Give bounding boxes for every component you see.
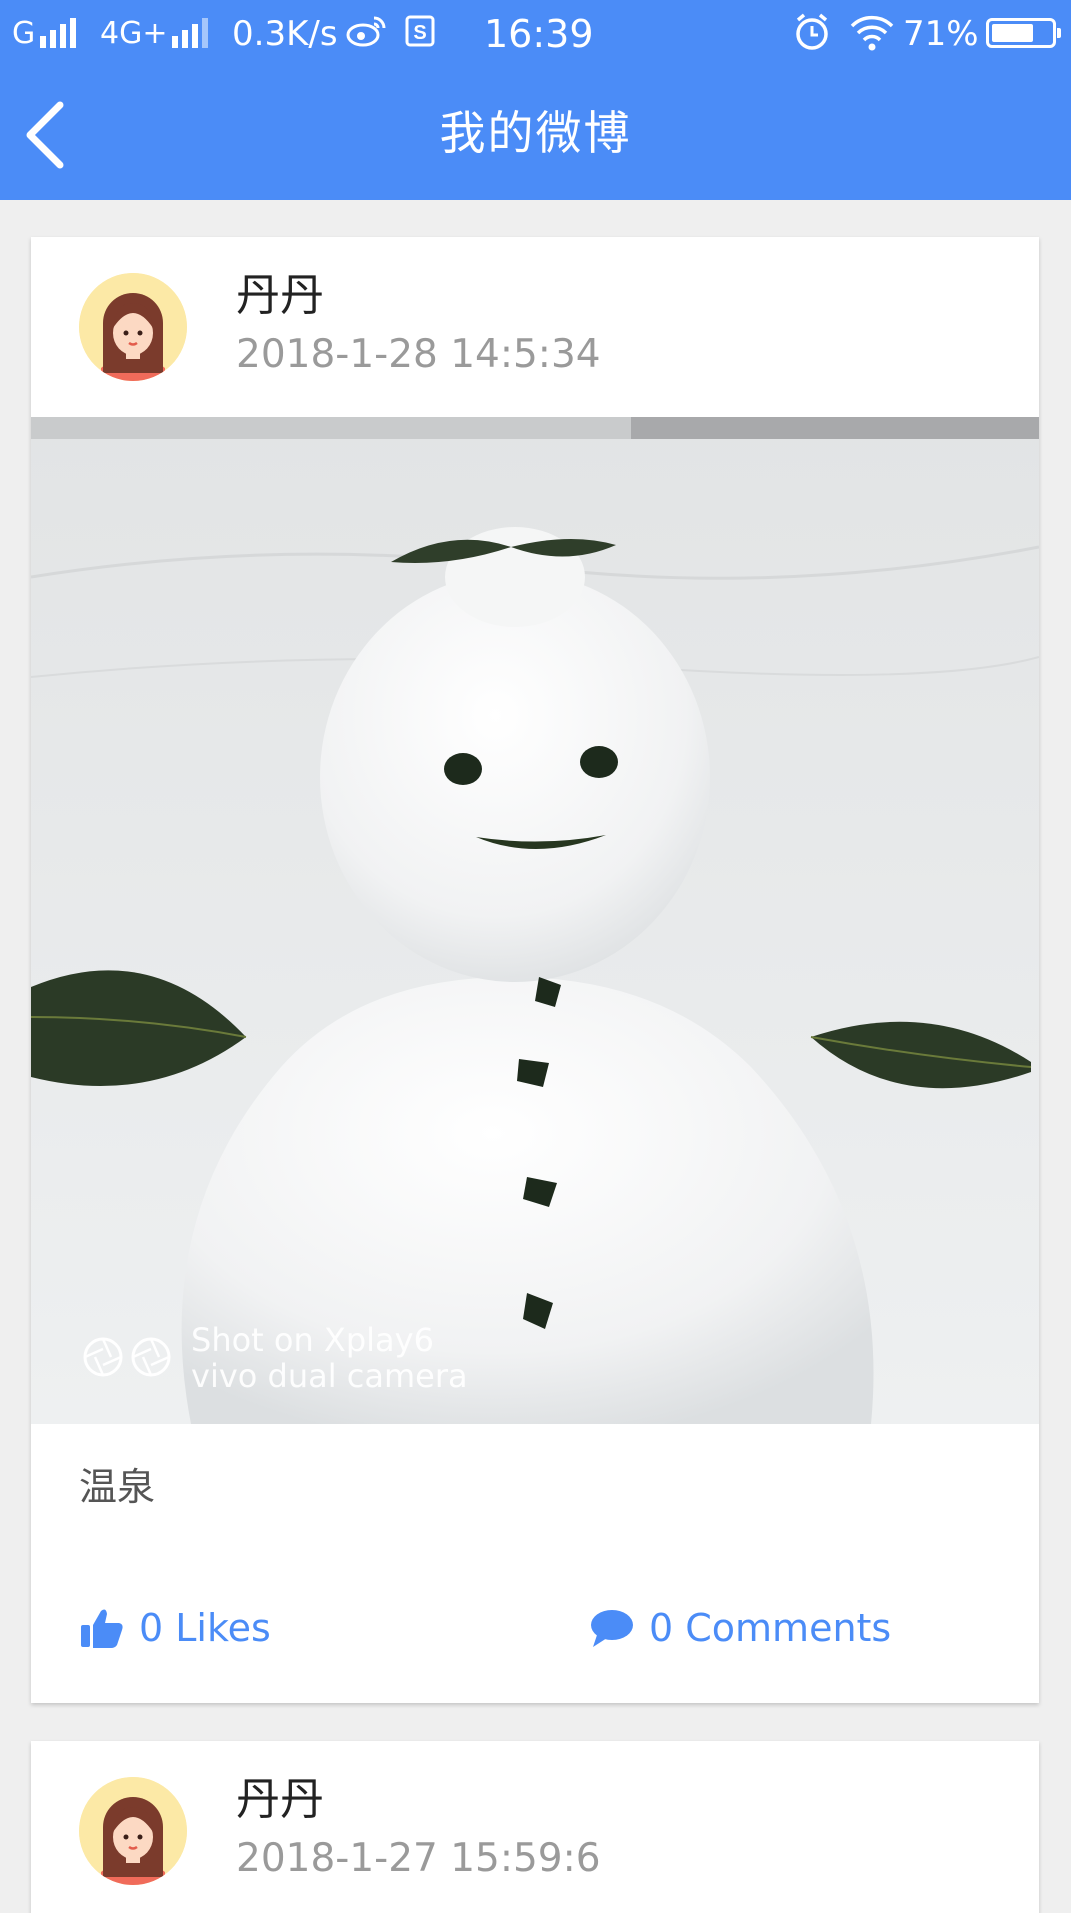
header: G 4G+ 0.3K/s S 16:39 71% 我的微博 xyxy=(0,0,1071,200)
avatar[interactable] xyxy=(79,273,187,381)
alarm-icon xyxy=(796,13,828,50)
signal-icon xyxy=(40,16,82,48)
photo-watermark: Shot on Xplay6 vivo dual camera xyxy=(191,1322,468,1394)
girl-avatar-icon xyxy=(79,273,187,381)
battery-percent: 71% xyxy=(903,14,979,54)
s-app-icon: S xyxy=(405,15,435,47)
post-time: 2018-1-28 14:5:34 xyxy=(236,332,601,377)
page-title: 我的微博 xyxy=(439,106,632,160)
wifi-icon xyxy=(850,15,894,51)
app-bar: 我的微博 xyxy=(0,70,1071,200)
network-type-left: G xyxy=(12,16,36,51)
post-photo[interactable]: Shot on Xplay6 vivo dual camera xyxy=(31,417,1039,1424)
watermark-line-1: Shot on Xplay6 xyxy=(191,1321,434,1359)
snowman-photo xyxy=(31,417,1039,1424)
network-speed: 0.3K/s xyxy=(232,14,338,54)
avatar[interactable] xyxy=(79,1777,187,1885)
author-name[interactable]: 丹丹 xyxy=(236,1773,324,1827)
comment-bubble-icon xyxy=(591,1610,633,1647)
status-bar: G 4G+ 0.3K/s S 16:39 71% xyxy=(0,0,1071,70)
comments-count: 0 Comments xyxy=(649,1606,892,1650)
watermark-line-2: vivo dual camera xyxy=(191,1357,468,1395)
thumbs-up-icon xyxy=(81,1609,123,1648)
likes-button[interactable]: 0 Likes xyxy=(79,1600,271,1656)
status-time: 16:39 xyxy=(484,12,594,56)
post-card[interactable]: 丹丹 2018-1-28 14:5:34 Shot on Xplay6 vivo… xyxy=(31,237,1039,1703)
battery-icon xyxy=(986,18,1061,48)
girl-avatar-icon xyxy=(79,1777,187,1885)
network-type-right: 4G+ xyxy=(100,16,168,51)
weibo-icon xyxy=(346,16,386,47)
post-time: 2018-1-27 15:59:6 xyxy=(236,1836,601,1881)
camera-aperture-icon xyxy=(83,1337,171,1377)
signal-icon xyxy=(172,16,214,48)
svg-text:S: S xyxy=(413,22,426,44)
screen: G 4G+ 0.3K/s S 16:39 71% 我的微博 丹丹 2018-1-… xyxy=(0,0,1071,1913)
likes-count: 0 Likes xyxy=(139,1606,271,1650)
author-name[interactable]: 丹丹 xyxy=(236,269,324,323)
post-card[interactable]: 丹丹 2018-1-27 15:59:6 xyxy=(31,1741,1039,1913)
comments-button[interactable]: 0 Comments xyxy=(589,1600,891,1656)
post-text: 温泉 xyxy=(79,1465,156,1509)
